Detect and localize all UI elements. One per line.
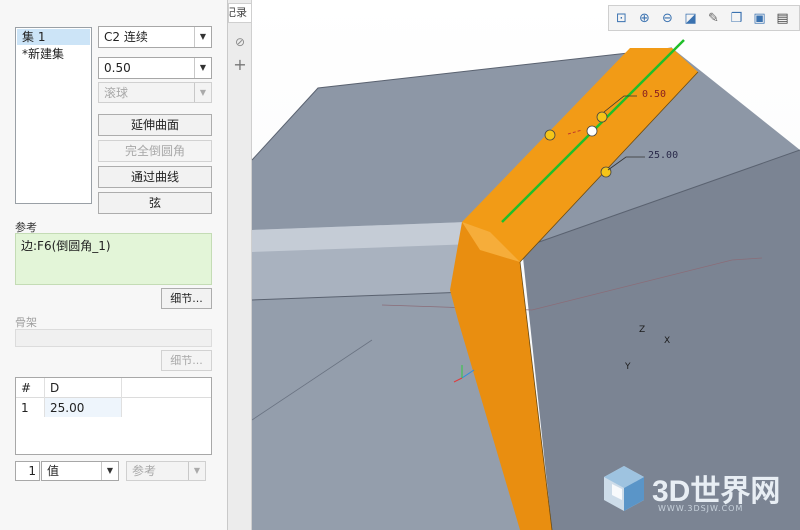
chevron-down-icon[interactable]: ▼: [194, 58, 211, 78]
conic-dimension-label[interactable]: 0.50: [642, 89, 666, 100]
extend-surface-button[interactable]: 延伸曲面: [98, 114, 212, 136]
chevron-down-icon[interactable]: ▼: [194, 27, 211, 47]
full-round-button[interactable]: 完全倒圆角: [98, 140, 212, 162]
col-header-d: D: [44, 378, 122, 398]
sets-list[interactable]: 集 1 *新建集: [15, 27, 92, 204]
value-type-value: 值: [47, 464, 60, 478]
zoom-fit-icon[interactable]: ⊡: [613, 10, 630, 27]
zoom-in-icon[interactable]: ⊕: [636, 10, 653, 27]
view-orientation-icon[interactable]: ✎: [705, 10, 722, 27]
round-properties-panel: 集 1 *新建集 C2 连续 ▼ 0.50 ▼ 滚球 ▼ 延伸曲面 完全倒圆角 …: [0, 0, 228, 530]
references-collector[interactable]: 边:F6(倒圆角_1): [15, 233, 212, 285]
axis-x-label: X: [664, 336, 671, 346]
spine-details-button[interactable]: 细节...: [161, 350, 212, 371]
conic-value-dropdown[interactable]: 0.50 ▼: [98, 57, 212, 79]
tab-record[interactable]: 记录: [228, 3, 252, 23]
anchor-handle: [586, 125, 598, 137]
radius-table: # D 1 25.00: [15, 377, 212, 455]
reference-type-dropdown[interactable]: 参考 ▼: [126, 461, 206, 481]
saved-views-icon[interactable]: ▣: [751, 10, 768, 27]
radius-dimension-label[interactable]: 25.00: [648, 150, 678, 161]
set-item-1[interactable]: 集 1: [17, 29, 90, 45]
through-curve-button[interactable]: 通过曲线: [98, 166, 212, 188]
add-icon[interactable]: +: [233, 57, 247, 73]
chord-button[interactable]: 弦: [98, 192, 212, 214]
conic-value: 0.50: [104, 61, 131, 75]
value-type-dropdown[interactable]: 值 ▼: [41, 461, 119, 481]
spine-collector[interactable]: [15, 329, 212, 347]
new-set-item[interactable]: *新建集: [17, 46, 90, 62]
cube-logo-icon: [604, 466, 644, 511]
model-graphics[interactable]: [252, 0, 800, 530]
point-index-field[interactable]: 1: [15, 461, 40, 481]
continuity-value: C2 连续: [104, 30, 148, 44]
side-tabs: 记录 ⊘ +: [228, 0, 252, 530]
table-row[interactable]: 1 25.00: [16, 397, 211, 417]
chevron-down-icon[interactable]: ▼: [194, 83, 211, 102]
chevron-down-icon[interactable]: ▼: [188, 462, 205, 480]
continuity-dropdown[interactable]: C2 连续 ▼: [98, 26, 212, 48]
radius-cell[interactable]: 25.00: [44, 397, 122, 417]
view-toolbar: ⊡ ⊕ ⊖ ◪ ✎ ❒ ▣ ▤: [608, 5, 800, 31]
drag-handle-top: [596, 111, 608, 123]
filter-icon[interactable]: ⊘: [233, 35, 247, 49]
chevron-down-icon[interactable]: ▼: [101, 462, 118, 480]
row-num: 1: [16, 397, 45, 417]
reference-edge: 边:F6(倒圆角_1): [21, 239, 111, 253]
drag-handle-left: [544, 129, 556, 141]
display-style-icon[interactable]: ❒: [728, 10, 745, 27]
zoom-out-icon[interactable]: ⊖: [659, 10, 676, 27]
rolling-ball-dropdown[interactable]: 滚球 ▼: [98, 82, 212, 103]
col-header-num: #: [16, 378, 45, 398]
axis-z-label: Z: [639, 325, 646, 335]
repaint-icon[interactable]: ◪: [682, 10, 699, 27]
watermark-logo: 3D世界网 WWW.3DSJW.COM: [598, 462, 798, 522]
rolling-ball-value: 滚球: [104, 86, 129, 100]
view-manager-icon[interactable]: ▤: [774, 10, 791, 27]
reference-type-value: 参考: [132, 464, 157, 478]
spine-label: 骨架: [15, 316, 37, 329]
references-details-button[interactable]: 细节...: [161, 288, 212, 309]
watermark-url: WWW.3DSJW.COM: [658, 504, 744, 513]
axis-y-label: Y: [625, 362, 631, 372]
model-viewport[interactable]: 0.50 25.00 Z X Y 3D世界网 WWW.3DSJW.COM ⊡ ⊕…: [252, 0, 800, 530]
